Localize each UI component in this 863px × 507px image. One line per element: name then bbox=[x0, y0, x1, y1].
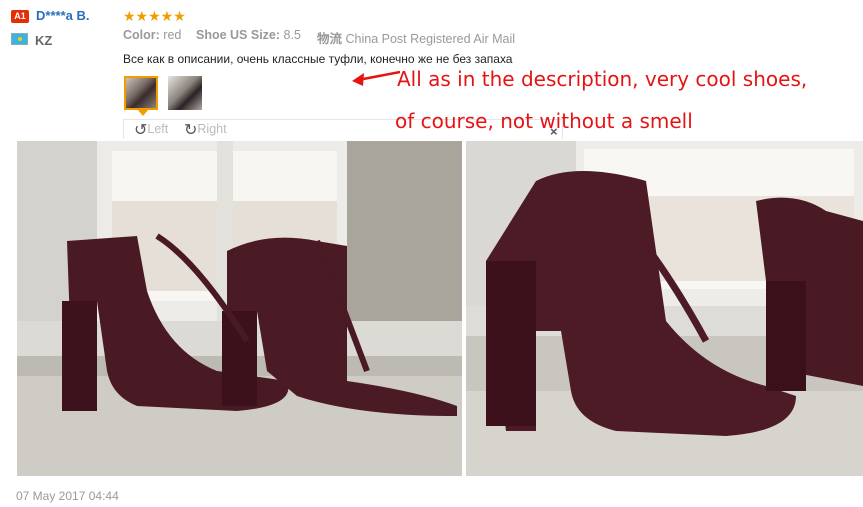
annotation-line-2: of course, not without a smell bbox=[395, 109, 693, 133]
review-photo-large-1[interactable] bbox=[17, 141, 462, 476]
attr-size-value: 8.5 bbox=[283, 28, 301, 42]
rotate-left-button[interactable]: ↺Left bbox=[134, 120, 168, 140]
review-text: Все как в описании, очень классные туфли… bbox=[123, 52, 513, 66]
rotate-right-label: Right bbox=[197, 122, 227, 136]
active-thumb-caret-icon bbox=[138, 110, 148, 116]
attr-size: Shoe US Size: 8.5 bbox=[196, 28, 301, 42]
reviewer-name[interactable]: D****a B. bbox=[36, 8, 89, 23]
attr-shipping-label: 物流 bbox=[317, 32, 343, 46]
attr-shipping-value: China Post Registered Air Mail bbox=[345, 32, 516, 46]
rotate-right-button[interactable]: ↻Right bbox=[184, 120, 227, 140]
review-photo-thumb-2[interactable] bbox=[168, 76, 202, 110]
review-date: 07 May 2017 04:44 bbox=[16, 489, 119, 503]
reviewer-country: KZ bbox=[35, 33, 53, 48]
country-flag-icon bbox=[11, 33, 28, 45]
rotate-left-icon: ↺ bbox=[134, 122, 148, 139]
level-badge: A1 bbox=[11, 10, 29, 23]
annotation-arrow-icon bbox=[352, 70, 401, 86]
attr-color-label: Color: bbox=[123, 28, 160, 42]
review-photo-thumb-1[interactable] bbox=[124, 76, 158, 110]
attr-size-label: Shoe US Size: bbox=[196, 28, 281, 42]
star-rating: ★★★★★ bbox=[123, 8, 186, 24]
rotate-left-label: Left bbox=[147, 122, 169, 136]
attr-color-value: red bbox=[163, 28, 182, 42]
annotation-line-1: All as in the description, very cool sho… bbox=[397, 67, 808, 91]
review-photo-large-2[interactable] bbox=[466, 141, 863, 476]
rotate-right-icon: ↻ bbox=[184, 122, 198, 139]
attr-shipping: 物流 China Post Registered Air Mail bbox=[317, 28, 515, 47]
attr-color: Color: red bbox=[123, 28, 181, 42]
